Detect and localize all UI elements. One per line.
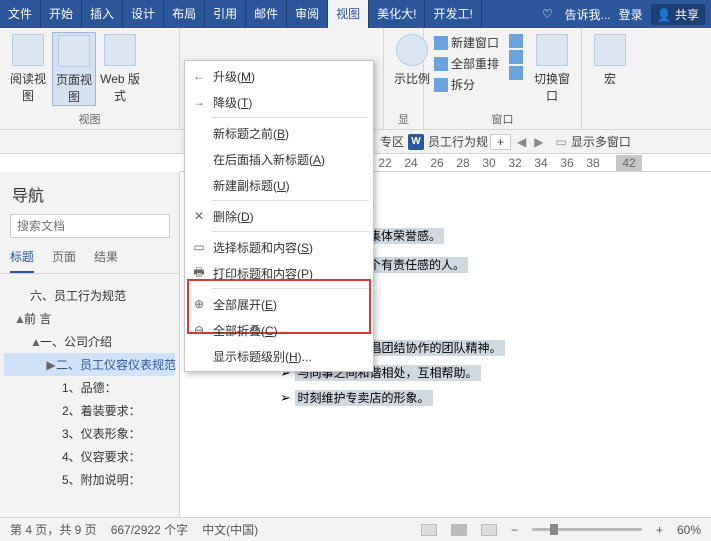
menu-delete[interactable]: ✕删除(D) <box>185 203 373 229</box>
share-icon: 👤 <box>657 8 672 22</box>
collapse-icon: ⊖ <box>191 322 207 338</box>
menu-demote[interactable]: →降级(T) <box>185 89 373 115</box>
tab-file[interactable]: 文件 <box>0 0 41 28</box>
tree-node[interactable]: 六、员工行为规范 <box>4 284 175 307</box>
doc-bullet: 时刻维护专卖店的形象。 <box>295 390 433 406</box>
status-bar: 第 4 页，共 9 页 667/2922 个字 中文(中国) − + 60% <box>0 517 711 541</box>
group-label-zoom: 显 <box>390 111 417 127</box>
search-input[interactable] <box>10 214 170 238</box>
tab-home[interactable]: 开始 <box>41 0 82 28</box>
breadcrumb-doc[interactable]: 员工行为规 <box>428 133 488 150</box>
web-layout-icon[interactable] <box>481 524 497 536</box>
tab-review[interactable]: 审阅 <box>287 0 328 28</box>
window-icon <box>509 66 523 80</box>
nav-tab-pages[interactable]: 页面 <box>52 248 76 273</box>
zoom-out-button[interactable]: − <box>511 523 518 537</box>
read-mode-icon[interactable] <box>421 524 437 536</box>
group-label-views: 视图 <box>6 111 173 127</box>
delete-icon: ✕ <box>191 208 207 224</box>
tree-node[interactable]: ▲前 言 <box>4 307 175 330</box>
menu-show-heading-levels[interactable]: 显示标题级别(H)... <box>185 343 373 369</box>
nav-tab-headings[interactable]: 标题 <box>10 248 34 273</box>
group-label-window: 窗口 <box>430 111 575 127</box>
window-icon <box>509 34 523 48</box>
arrow-left-icon: ← <box>191 68 207 84</box>
tree-node[interactable]: 2、着装要求： <box>4 399 175 422</box>
select-icon: ▭ <box>191 239 207 255</box>
arrange-all-button[interactable]: 全部重排 <box>430 53 503 74</box>
tab-developer[interactable]: 开发工! <box>425 0 481 28</box>
tree-node[interactable]: 5、附加说明： <box>4 468 175 491</box>
navigation-pane: 导航 标题 页面 结果 六、员工行为规范 ▲前 言 ▲一、公司介绍 ▶二、员工仪… <box>0 172 180 517</box>
menu-collapse-all[interactable]: ⊖全部折叠(C) <box>185 317 373 343</box>
breadcrumb-zone[interactable]: 专区 <box>380 133 404 150</box>
menu-expand-all[interactable]: ⊕全部展开(E) <box>185 291 373 317</box>
switch-windows-button[interactable]: 切换窗口 <box>529 32 575 104</box>
tree-node[interactable]: 4、仪容要求： <box>4 445 175 468</box>
tab-bar: 文件 开始 插入 设计 布局 引用 邮件 审阅 视图 美化大! 开发工! ♡ 告… <box>0 0 711 28</box>
nav-tree: 六、员工行为规范 ▲前 言 ▲一、公司介绍 ▶二、员工仪容仪表规范 1、品德： … <box>0 274 179 501</box>
zoom-level[interactable]: 60% <box>677 523 701 537</box>
tab-beautify[interactable]: 美化大! <box>369 0 425 28</box>
window-icon <box>509 50 523 64</box>
context-menu: ←升级(M) →降级(T) 新标题之前(B) 在后面插入新标题(A) 新建副标题… <box>184 60 374 372</box>
multi-window-icon: ▭ <box>556 135 567 149</box>
tab-insert[interactable]: 插入 <box>82 0 123 28</box>
print-icon: 🖶 <box>191 265 207 281</box>
nav-tabs: 标题 页面 结果 <box>0 248 179 274</box>
ruler-cursor: 42 <box>616 155 642 171</box>
print-layout-button[interactable]: 页面视图 <box>52 32 96 106</box>
status-language[interactable]: 中文(中国) <box>202 521 258 538</box>
nav-tab-results[interactable]: 结果 <box>94 248 118 273</box>
menu-select-heading-content[interactable]: ▭选择标题和内容(S) <box>185 234 373 260</box>
tree-node[interactable]: 1、品德： <box>4 376 175 399</box>
web-layout-button[interactable]: Web 版式 <box>98 32 142 106</box>
chevron-right-icon[interactable]: ▶ <box>530 135 547 149</box>
tree-node[interactable]: 3、仪表形象： <box>4 422 175 445</box>
macros-button[interactable]: 宏 <box>588 32 632 87</box>
tab-view[interactable]: 视图 <box>328 0 369 28</box>
caret-down-icon: ▲ <box>30 335 40 349</box>
add-tab-button[interactable]: + <box>490 134 511 150</box>
tab-layout[interactable]: 布局 <box>164 0 205 28</box>
login-link[interactable]: 登录 <box>619 6 643 23</box>
menu-promote[interactable]: ←升级(M) <box>185 63 373 89</box>
tab-design[interactable]: 设计 <box>123 0 164 28</box>
expand-icon: ⊕ <box>191 296 207 312</box>
zoom-in-button[interactable]: + <box>656 523 663 537</box>
tree-node[interactable]: ▲一、公司介绍 <box>4 330 175 353</box>
arrow-right-icon: → <box>191 94 207 110</box>
tab-mailings[interactable]: 邮件 <box>246 0 287 28</box>
split-icon <box>434 78 448 92</box>
status-page[interactable]: 第 4 页，共 9 页 <box>10 521 97 538</box>
zoom-slider[interactable] <box>532 528 642 531</box>
new-window-button[interactable]: 新建窗口 <box>430 32 503 53</box>
read-mode-button[interactable]: 阅读视图 <box>6 32 50 106</box>
show-multi-window[interactable]: 显示多窗口 <box>571 133 631 150</box>
menu-print-heading-content[interactable]: 🖶打印标题和内容(P) <box>185 260 373 286</box>
menu-insert-heading-after[interactable]: 在后面插入新标题(A) <box>185 146 373 172</box>
split-button[interactable]: 拆分 <box>430 74 503 95</box>
caret-right-icon: ▶ <box>46 358 56 372</box>
lightbulb-icon: ♡ <box>542 7 553 21</box>
chevron-left-icon[interactable]: ◀ <box>513 135 530 149</box>
nav-title: 导航 <box>0 172 179 214</box>
new-window-icon <box>434 36 448 50</box>
status-word-count[interactable]: 667/2922 个字 <box>111 521 188 538</box>
print-layout-icon[interactable] <box>451 524 467 536</box>
tree-node-selected[interactable]: ▶二、员工仪容仪表规范 <box>4 353 175 376</box>
ribbon: 阅读视图 页面视图 Web 版式 视图 示比例 显 新建窗口 全部重排 拆分 切… <box>0 28 711 130</box>
menu-new-subheading[interactable]: 新建副标题(U) <box>185 172 373 198</box>
word-icon: W <box>408 134 424 150</box>
slider-thumb[interactable] <box>550 524 558 535</box>
menu-new-heading-before[interactable]: 新标题之前(B) <box>185 120 373 146</box>
arrange-icon <box>434 57 448 71</box>
caret-down-icon: ▲ <box>14 312 24 326</box>
share-button[interactable]: 👤 共享 <box>651 4 705 25</box>
tell-me[interactable]: 告诉我... <box>565 6 611 23</box>
tab-references[interactable]: 引用 <box>205 0 246 28</box>
